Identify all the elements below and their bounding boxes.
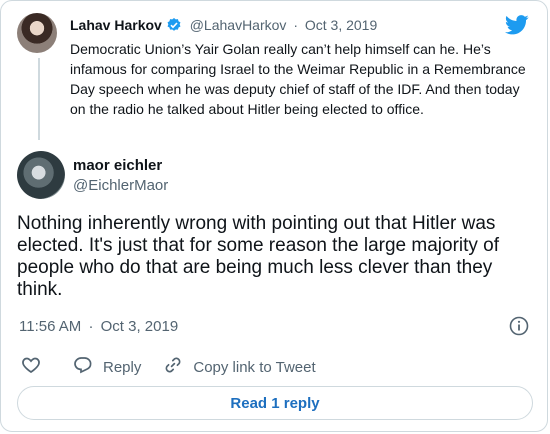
author-handle[interactable]: @LahavHarkov (190, 17, 287, 33)
link-icon (163, 355, 193, 379)
parent-tweet-text: Democratic Union’s Yair Golan really can… (70, 41, 526, 117)
reply-label: Reply (103, 358, 142, 376)
tweet-timestamp[interactable]: 11:56 AM · Oct 3, 2019 (19, 318, 178, 335)
tweet-date[interactable]: Oct 3, 2019 (305, 17, 377, 33)
like-button[interactable] (21, 355, 51, 379)
thread-connector-line (38, 58, 40, 140)
tweet-time[interactable]: 11:56 AM (19, 318, 81, 335)
copy-link-label: Copy link to Tweet (193, 358, 316, 376)
author-name[interactable]: Lahav Harkov (70, 17, 162, 33)
tweet-text: Nothing inherently wrong with pointing o… (17, 213, 500, 300)
tweet-embed-card: Lahav Harkov @LahavHarkov · Oct 3, 2019 … (0, 0, 548, 432)
reply-icon (73, 355, 103, 379)
copy-link-button[interactable]: Copy link to Tweet (163, 355, 316, 379)
avatar[interactable] (17, 13, 57, 53)
read-replies-button[interactable]: Read 1 reply (17, 386, 533, 420)
verified-badge-icon (166, 17, 182, 36)
tweet-date[interactable]: Oct 3, 2019 (101, 318, 179, 335)
author-handle[interactable]: @EichlerMaor (73, 177, 168, 194)
avatar[interactable] (17, 151, 65, 199)
author-name[interactable]: maor eichler (73, 157, 162, 174)
tweet-actions: Reply Copy link to Tweet (21, 355, 338, 379)
separator-dot: · (88, 318, 94, 335)
reply-button[interactable]: Reply (73, 355, 141, 379)
twitter-bird-icon[interactable] (504, 15, 529, 40)
info-icon[interactable] (509, 316, 529, 341)
separator-dot: · (293, 17, 298, 33)
heart-icon (21, 355, 51, 379)
parent-tweet-header: Lahav Harkov @LahavHarkov · Oct 3, 2019 (70, 17, 377, 36)
